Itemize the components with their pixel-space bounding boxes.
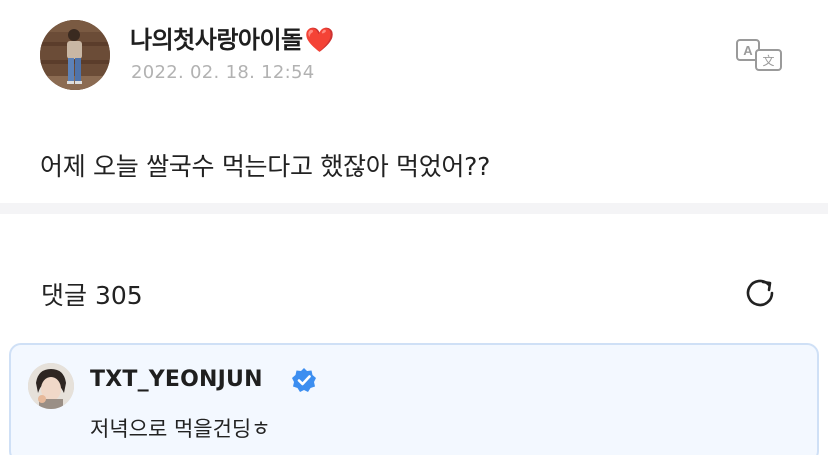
- post-timestamp: 2022. 02. 18. 12:54: [131, 62, 315, 83]
- refresh-icon: [746, 279, 774, 307]
- translate-button[interactable]: A 文: [736, 38, 784, 72]
- commenter-avatar[interactable]: [28, 363, 74, 409]
- svg-text:A: A: [743, 43, 753, 58]
- comment-author-name[interactable]: TXT_YEONJUN: [90, 367, 263, 392]
- post-author-label: 나의첫사랑아이돌: [130, 26, 303, 54]
- comment-text: 저녁으로 먹을건딩ㅎ: [90, 417, 271, 441]
- heart-emoji-icon: ❤️: [304, 26, 335, 54]
- translate-icon: A 文: [736, 39, 782, 71]
- post-author-name[interactable]: 나의첫사랑아이돌❤️: [130, 20, 335, 55]
- refresh-button[interactable]: [741, 274, 779, 312]
- post-body-text: 어제 오늘 쌀국수 먹는다고 했잖아 먹었어??: [40, 152, 491, 181]
- highlighted-comment[interactable]: TXT_YEONJUN 저녁으로 먹을건딩ㅎ: [9, 343, 819, 455]
- verified-badge-icon: [292, 368, 316, 392]
- post-header: 나의첫사랑아이돌❤️ 2022. 02. 18. 12:54 A 文: [0, 0, 828, 110]
- author-avatar[interactable]: [40, 20, 110, 90]
- comments-count-title: 댓글 305: [41, 281, 143, 310]
- svg-text:文: 文: [762, 53, 774, 68]
- section-divider: [0, 203, 828, 214]
